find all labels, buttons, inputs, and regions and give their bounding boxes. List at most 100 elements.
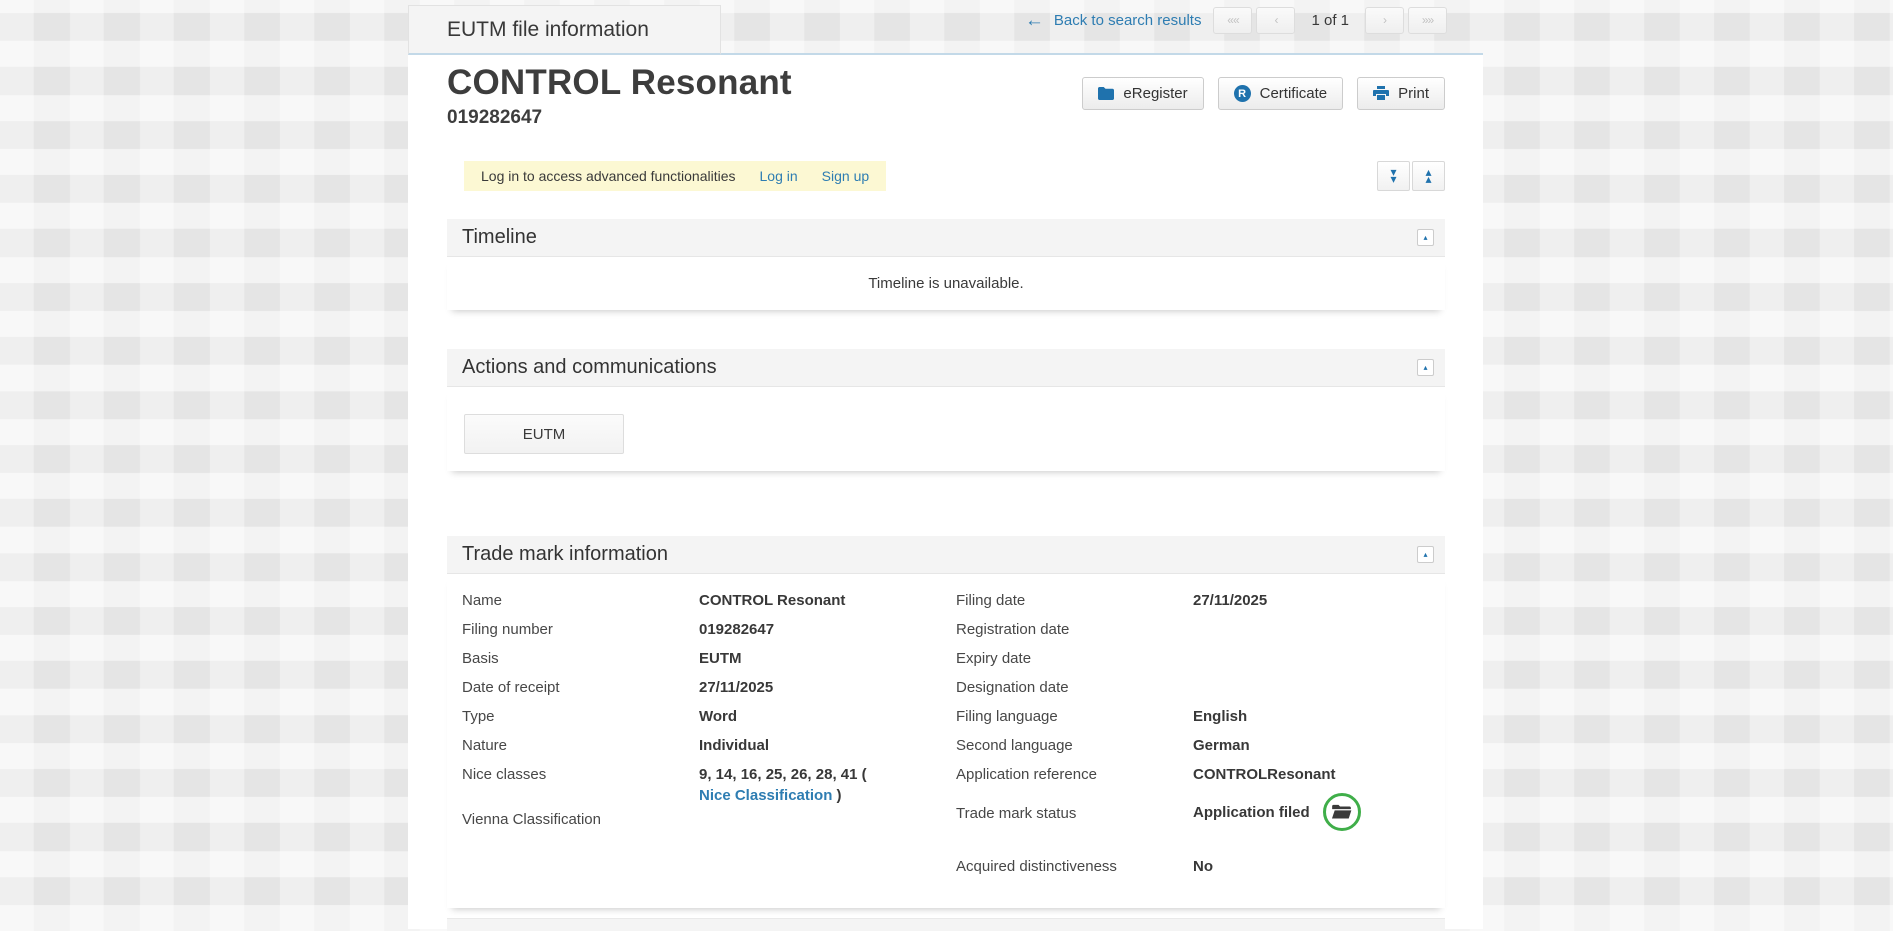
trademark-collapse-button[interactable]: ▴: [1417, 546, 1434, 563]
printer-icon: [1373, 86, 1389, 101]
back-to-search-results-link[interactable]: ← Back to search results: [1025, 11, 1202, 30]
trademark-section-header: Trade mark information ▴: [447, 536, 1445, 574]
nice-classification-link[interactable]: Nice Classification: [699, 785, 832, 806]
field-value: English: [1193, 703, 1247, 727]
field-label: Expiry date: [956, 645, 1193, 669]
trademark-section-title: Trade mark information: [462, 543, 668, 566]
main-panel: CONTROL Resonant 019282647 eRegister R C…: [408, 55, 1483, 929]
field-label: Filing language: [956, 703, 1193, 727]
field-label: Vienna Classification: [462, 806, 699, 830]
pager-next-button[interactable]: ›: [1365, 7, 1404, 34]
field-value: Application filed: [1193, 793, 1361, 831]
field-label: Application reference: [956, 761, 1193, 785]
field-row: Registration date: [956, 616, 1426, 645]
actions-section-title: Actions and communications: [462, 356, 717, 379]
registered-mark-icon: R: [1234, 85, 1251, 102]
sign-up-link[interactable]: Sign up: [822, 168, 869, 184]
field-label: Filing date: [956, 587, 1193, 611]
timeline-section-title: Timeline: [462, 226, 537, 249]
back-arrow-icon: ←: [1025, 11, 1044, 30]
field-row: NameCONTROL Resonant: [462, 587, 932, 616]
login-notice-bar: Log in to access advanced functionalitie…: [464, 161, 886, 191]
double-chevron-down-icon: ▾▾: [1390, 169, 1396, 183]
field-row: Filing number019282647: [462, 616, 932, 645]
print-button[interactable]: Print: [1357, 77, 1445, 110]
timeline-section: Timeline ▴ Timeline is unavailable.: [447, 219, 1445, 310]
eregister-button[interactable]: eRegister: [1082, 77, 1203, 110]
login-notice-text: Log in to access advanced functionalitie…: [481, 168, 736, 184]
folder-icon: [1098, 87, 1114, 100]
field-label: Basis: [462, 645, 699, 669]
notice-row: Log in to access advanced functionalitie…: [447, 161, 1445, 191]
field-label: Second language: [956, 732, 1193, 756]
pager-next-group: › »»: [1365, 7, 1447, 34]
trademark-heading: CONTROL Resonant 019282647: [447, 63, 792, 129]
log-in-link[interactable]: Log in: [760, 168, 798, 184]
timeline-collapse-button[interactable]: ▴: [1417, 229, 1434, 246]
timeline-body: Timeline is unavailable.: [447, 257, 1445, 310]
field-value: 27/11/2025: [699, 674, 773, 698]
page-title: CONTROL Resonant: [447, 63, 792, 103]
field-row: Filing languageEnglish: [956, 703, 1426, 732]
field-row: Application referenceCONTROLResonant: [956, 761, 1426, 790]
field-label: Type: [462, 703, 699, 727]
timeline-section-header: Timeline ▴: [447, 219, 1445, 257]
actions-body: EUTM: [447, 387, 1445, 471]
field-row: NatureIndividual: [462, 732, 932, 761]
field-label: Nice classes: [462, 761, 699, 785]
field-label: Date of receipt: [462, 674, 699, 698]
eutm-tab-button[interactable]: EUTM: [464, 414, 624, 454]
field-value: CONTROLResonant: [1193, 761, 1336, 785]
double-chevron-up-icon: ▴▴: [1425, 169, 1431, 183]
field-value: 019282647: [699, 616, 774, 640]
field-label: Acquired distinctiveness: [956, 853, 1193, 877]
field-value: German: [1193, 732, 1250, 756]
field-row: Date of receipt27/11/2025: [462, 674, 932, 703]
field-row: Filing date27/11/2025: [956, 587, 1426, 616]
print-label: Print: [1398, 85, 1429, 102]
field-value: CONTROL Resonant: [699, 587, 845, 611]
actions-communications-section: Actions and communications ▴ EUTM: [447, 349, 1445, 471]
field-label: Filing number: [462, 616, 699, 640]
field-row: Trade mark statusApplication filed: [956, 790, 1426, 834]
certificate-button[interactable]: R Certificate: [1218, 77, 1344, 110]
field-row: Expiry date: [956, 645, 1426, 674]
field-value: 9, 14, 16, 25, 26, 28, 41 ( Nice Classif…: [699, 761, 931, 806]
field-row: Designation date: [956, 674, 1426, 703]
certificate-label: Certificate: [1260, 85, 1328, 102]
field-row: Second languageGerman: [956, 732, 1426, 761]
field-row: BasisEUTM: [462, 645, 932, 674]
actions-section-header: Actions and communications ▴: [447, 349, 1445, 387]
expand-collapse-group: ▾▾ ▴▴: [1377, 161, 1445, 191]
header-action-buttons: eRegister R Certificate Print: [1082, 77, 1445, 110]
next-section-header-stub: [447, 918, 1445, 931]
trademark-fields-right-column: Filing date27/11/2025Registration dateEx…: [956, 587, 1426, 882]
field-label: Designation date: [956, 674, 1193, 698]
status-folder-icon: [1323, 793, 1361, 831]
collapse-all-button[interactable]: ▴▴: [1412, 161, 1445, 191]
timeline-unavailable-text: Timeline is unavailable.: [868, 275, 1023, 292]
field-label: Nature: [462, 732, 699, 756]
results-navigation: ← Back to search results «« ‹ 1 of 1 › »…: [1025, 0, 1447, 40]
filing-number-heading: 019282647: [447, 107, 792, 129]
field-value: Individual: [699, 732, 769, 756]
actions-collapse-button[interactable]: ▴: [1417, 359, 1434, 376]
top-tab-bar: EUTM file information ← Back to search r…: [408, 0, 1483, 55]
expand-all-button[interactable]: ▾▾: [1377, 161, 1410, 191]
pager-counter: 1 of 1: [1307, 12, 1353, 29]
tab-eutm-file-information[interactable]: EUTM file information: [408, 5, 721, 55]
field-value: No: [1193, 853, 1213, 877]
pager-last-button[interactable]: »»: [1408, 7, 1447, 34]
trademark-body: NameCONTROL ResonantFiling number0192826…: [447, 574, 1445, 908]
back-link-label: Back to search results: [1054, 12, 1202, 29]
pager-first-button[interactable]: ««: [1213, 7, 1252, 34]
field-value: 27/11/2025: [1193, 587, 1267, 611]
field-label: Name: [462, 587, 699, 611]
tab-label: EUTM file information: [447, 18, 649, 42]
field-value: Word: [699, 703, 737, 727]
pager-prev-group: «« ‹: [1213, 7, 1295, 34]
field-row: Nice classes9, 14, 16, 25, 26, 28, 41 ( …: [462, 761, 932, 806]
field-label: Trade mark status: [956, 800, 1193, 824]
pager-prev-button[interactable]: ‹: [1256, 7, 1295, 34]
content-column: EUTM file information ← Back to search r…: [408, 0, 1483, 931]
